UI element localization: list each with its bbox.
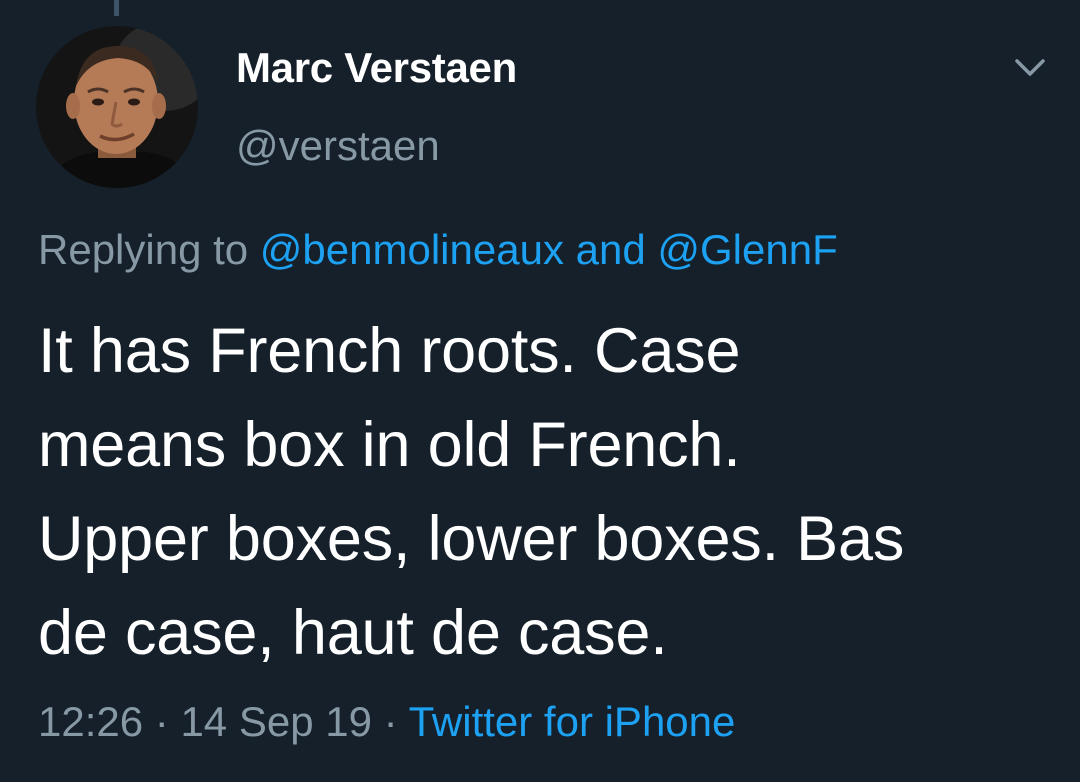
avatar[interactable] bbox=[36, 26, 198, 188]
tweet-text-line: de case, haut de case. bbox=[38, 598, 668, 668]
avatar-photo bbox=[36, 26, 198, 188]
reply-context: Replying to @benmolineaux and @GlennF bbox=[38, 226, 838, 274]
tweet-metadata: 12:26 · 14 Sep 19 · Twitter for iPhone bbox=[38, 698, 735, 746]
mention-link-benmolineaux[interactable]: @benmolineaux bbox=[260, 226, 564, 273]
thread-connector-line bbox=[114, 0, 119, 16]
meta-separator: · bbox=[383, 698, 398, 745]
meta-separator: · bbox=[154, 698, 169, 745]
mention-link-glennf[interactable]: @GlennF bbox=[657, 226, 837, 273]
tweet-text-line: means box in old French. bbox=[38, 410, 741, 480]
chevron-down-icon bbox=[1015, 59, 1045, 76]
mention-joiner: and bbox=[575, 226, 646, 273]
tweet-time[interactable]: 12:26 bbox=[38, 698, 143, 745]
tweet-text: It has French roots. Case means box in o… bbox=[38, 304, 1048, 680]
tweet-date[interactable]: 14 Sep 19 bbox=[180, 698, 372, 745]
author-display-name[interactable]: Marc Verstaen bbox=[236, 44, 517, 92]
tweet-menu-button[interactable] bbox=[1010, 52, 1050, 82]
reply-context-prefix: Replying to bbox=[38, 226, 249, 273]
tweet-text-line: Upper boxes, lower boxes. Bas bbox=[38, 504, 905, 574]
author-handle[interactable]: @verstaen bbox=[236, 122, 440, 170]
tweet-source-link[interactable]: Twitter for iPhone bbox=[409, 698, 736, 745]
tweet-text-line: It has French roots. Case bbox=[38, 316, 741, 386]
